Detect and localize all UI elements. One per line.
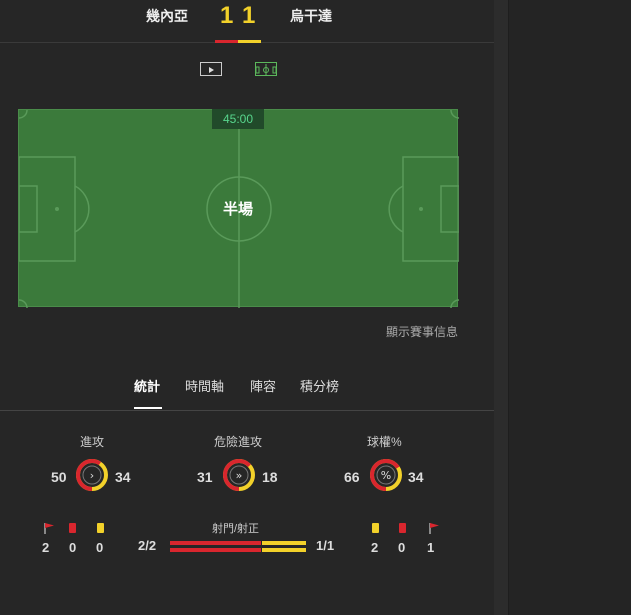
ring-glyph-icon: %	[381, 469, 391, 482]
possession-ring: %	[370, 459, 402, 491]
home-team-name[interactable]: 幾內亞	[146, 6, 188, 26]
away-color-indicator	[238, 40, 261, 43]
home-shots-bar	[170, 541, 261, 545]
stat-title: 危險進攻	[214, 435, 263, 449]
stat-home-value: 31	[197, 469, 213, 485]
tab-lineup[interactable]: 陣容	[250, 376, 276, 395]
red-card-icon	[399, 523, 406, 533]
home-shots: 2/2	[138, 538, 157, 553]
show-event-info-link[interactable]: 顯示賽事信息	[386, 323, 458, 340]
attack-ring: ›	[76, 459, 108, 491]
red-card-icon	[69, 523, 76, 533]
home-score: 1	[220, 2, 234, 29]
match-panel: 幾內亞 1 1 烏干達 45:00 半場 顯示賽事信息 統計 時間軸 陣容 積分…	[0, 0, 494, 615]
stat-away-value: 18	[262, 469, 278, 485]
home-red-cards: 0	[69, 540, 77, 555]
match-clock: 45:00	[212, 109, 264, 129]
match-status: 半場	[222, 201, 253, 218]
away-shots: 1/1	[316, 538, 335, 553]
scoreboard: 幾內亞 1 1 烏干達	[0, 0, 494, 43]
side-panel	[508, 0, 631, 615]
stat-title: 進攻	[80, 435, 105, 449]
yellow-card-icon	[372, 523, 379, 533]
away-corners: 1	[427, 540, 435, 555]
away-yellow-cards: 2	[371, 540, 379, 555]
tab-standings[interactable]: 積分榜	[300, 376, 339, 395]
shots-title: 射門/射正	[212, 523, 260, 535]
tab-stats[interactable]: 統計	[134, 376, 160, 395]
away-team-name[interactable]: 烏干達	[290, 6, 332, 26]
stat-home-value: 50	[51, 469, 67, 485]
home-color-indicator	[215, 40, 238, 43]
scroll-gutter	[494, 0, 508, 615]
tab-timeline[interactable]: 時間軸	[185, 376, 224, 395]
ring-glyph-icon: »	[236, 469, 243, 482]
away-score: 1	[242, 2, 256, 29]
video-icon[interactable]	[200, 62, 222, 76]
away-shots-bar	[262, 541, 306, 545]
active-tab-indicator	[134, 407, 162, 409]
home-corners: 2	[42, 540, 50, 555]
away-shots-bar	[262, 548, 306, 552]
away-red-cards: 0	[398, 540, 406, 555]
tab-bar: 統計 時間軸 陣容 積分榜	[0, 370, 494, 411]
stat-away-value: 34	[408, 469, 424, 485]
home-shots-bar	[170, 548, 261, 552]
stat-title: 球權%	[367, 435, 402, 449]
corner-flag-icon	[44, 523, 54, 534]
dangerous-attack-ring: »	[223, 459, 255, 491]
pitch-icon[interactable]	[255, 62, 277, 76]
ring-glyph-icon: ›	[90, 469, 94, 482]
stat-away-value: 34	[115, 469, 131, 485]
stat-home-value: 66	[344, 469, 360, 485]
home-yellow-cards: 0	[96, 540, 104, 555]
yellow-card-icon	[97, 523, 104, 533]
corner-flag-icon	[429, 523, 439, 534]
